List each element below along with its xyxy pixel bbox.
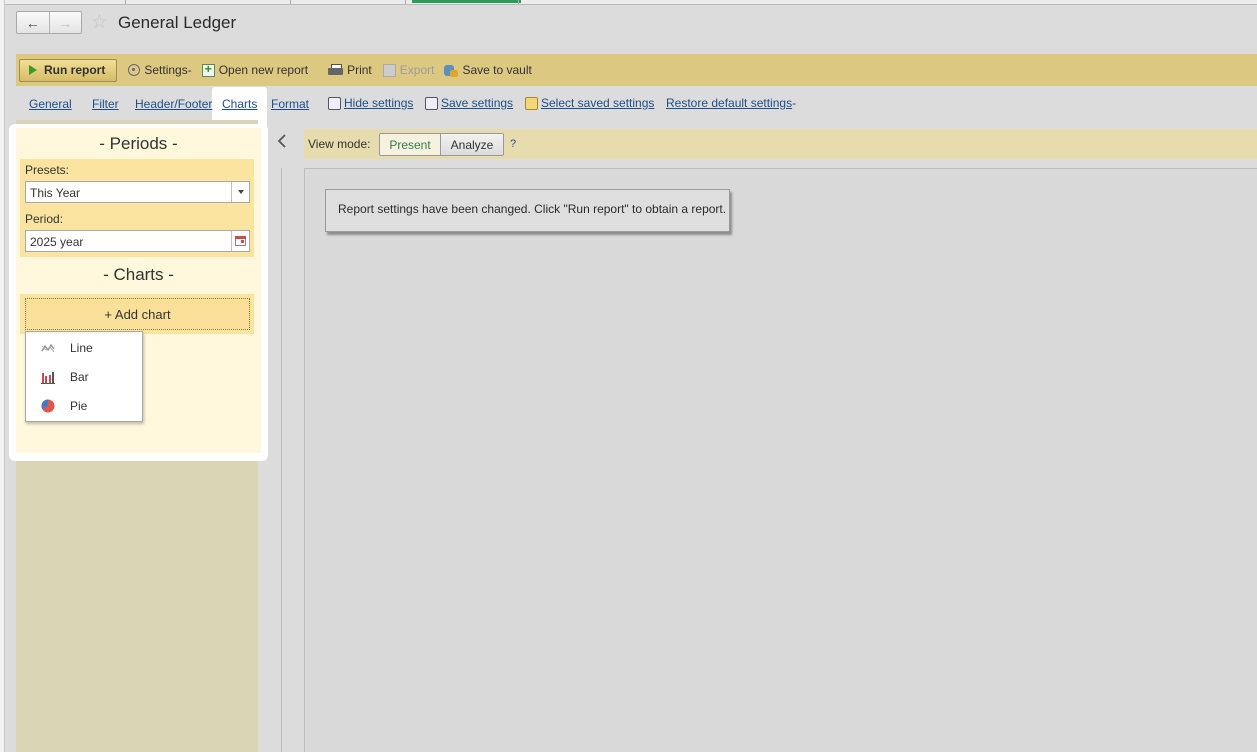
- menu-item-pie[interactable]: Pie: [26, 391, 142, 420]
- tab-charts[interactable]: Charts: [222, 97, 257, 111]
- period-label: Period:: [25, 212, 64, 226]
- page-title: General Ledger: [118, 13, 237, 32]
- menu-item-bar-label: Bar: [70, 369, 89, 384]
- view-mode-label: View mode:: [308, 137, 371, 151]
- folder-gear-icon: [525, 96, 538, 110]
- command-bar: Run report Settings- Open new report Pri…: [16, 54, 1257, 86]
- top-tab-strip: [5, 0, 1257, 5]
- tab-general[interactable]: General: [29, 97, 72, 111]
- presets-select[interactable]: This Year: [25, 181, 250, 203]
- navigation-buttons: ← →: [16, 11, 82, 34]
- periods-heading: - Periods -: [99, 134, 178, 153]
- export-button[interactable]: Export: [382, 63, 435, 77]
- print-label: Print: [347, 63, 372, 77]
- run-report-label: Run report: [44, 63, 106, 77]
- restore-default-settings-link[interactable]: Restore default settings -: [666, 88, 796, 118]
- new-report-icon: [201, 62, 215, 77]
- save-to-vault-label: Save to vault: [462, 63, 532, 77]
- present-button[interactable]: Present: [380, 134, 441, 155]
- star-icon[interactable]: ☆: [91, 12, 108, 34]
- chart-type-menu: Line Bar Pie: [25, 331, 143, 422]
- select-saved-settings-label: Select saved settings: [541, 96, 655, 110]
- print-button[interactable]: Print: [328, 63, 372, 77]
- presets-label: Presets:: [25, 163, 70, 177]
- hide-settings-label: Hide settings: [344, 96, 414, 110]
- tab-separator: [125, 0, 126, 4]
- dropdown-button[interactable]: [231, 182, 249, 202]
- gear-icon: [328, 96, 341, 110]
- window-left-edge: [0, 0, 5, 752]
- hide-settings-link[interactable]: Hide settings: [328, 88, 413, 118]
- menu-item-pie-label: Pie: [70, 398, 88, 413]
- add-chart-button[interactable]: + Add chart: [25, 298, 250, 330]
- report-area: [304, 168, 1257, 752]
- period-field[interactable]: 2025 year: [25, 230, 250, 252]
- line-chart-icon: [41, 341, 55, 355]
- help-link[interactable]: ?: [510, 138, 516, 150]
- forward-arrow-icon[interactable]: →: [48, 12, 82, 33]
- analyze-button[interactable]: Analyze: [441, 134, 503, 155]
- tab-separator: [290, 0, 291, 4]
- save-icon: [425, 96, 438, 110]
- settings-changed-notice: Report settings have been changed. Click…: [325, 189, 730, 232]
- tab-separator: [518, 0, 519, 4]
- calendar-icon: [235, 236, 246, 246]
- charts-heading: - Charts -: [103, 265, 174, 284]
- chevron-down-icon: [237, 190, 244, 194]
- settings-button[interactable]: Settings -: [128, 63, 192, 77]
- tab-separator: [405, 0, 406, 4]
- run-report-button[interactable]: Run report: [19, 58, 118, 82]
- restore-caret: -: [792, 96, 797, 110]
- export-label: Export: [399, 63, 435, 77]
- settings-label: Settings: [144, 63, 188, 77]
- save-settings-label: Save settings: [441, 96, 514, 110]
- settings-caret: -: [187, 63, 192, 77]
- menu-item-line-label: Line: [70, 340, 93, 355]
- vault-icon: [444, 64, 459, 77]
- open-new-report-label: Open new report: [218, 63, 309, 77]
- restore-default-settings-label: Restore default settings: [666, 96, 793, 110]
- period-value: 2025 year: [30, 235, 84, 249]
- save-to-vault-button[interactable]: Save to vault: [444, 63, 532, 77]
- presets-value: This Year: [30, 186, 81, 200]
- bar-chart-icon: [41, 370, 55, 384]
- select-saved-settings-link[interactable]: Select saved settings: [525, 88, 654, 118]
- collapse-panel-icon[interactable]: [274, 131, 290, 151]
- tab-header-footer[interactable]: Header/Footer: [135, 97, 212, 111]
- export-icon: [382, 63, 396, 77]
- play-icon: [29, 65, 37, 75]
- active-tab-indicator[interactable]: [412, 0, 521, 3]
- menu-item-bar[interactable]: Bar: [26, 362, 142, 391]
- menu-item-line[interactable]: Line: [26, 333, 142, 362]
- gear-icon: [128, 64, 141, 76]
- calendar-button[interactable]: [231, 231, 249, 251]
- open-new-report-button[interactable]: Open new report: [201, 62, 309, 77]
- pie-chart-icon: [41, 398, 55, 413]
- save-settings-link[interactable]: Save settings: [425, 88, 513, 118]
- back-arrow-icon[interactable]: ←: [17, 12, 49, 33]
- tab-format[interactable]: Format: [271, 97, 309, 111]
- panel-divider: [281, 168, 282, 752]
- printer-icon: [328, 64, 344, 76]
- tab-filter[interactable]: Filter: [92, 97, 119, 111]
- view-mode-toggle: Present Analyze: [379, 133, 504, 156]
